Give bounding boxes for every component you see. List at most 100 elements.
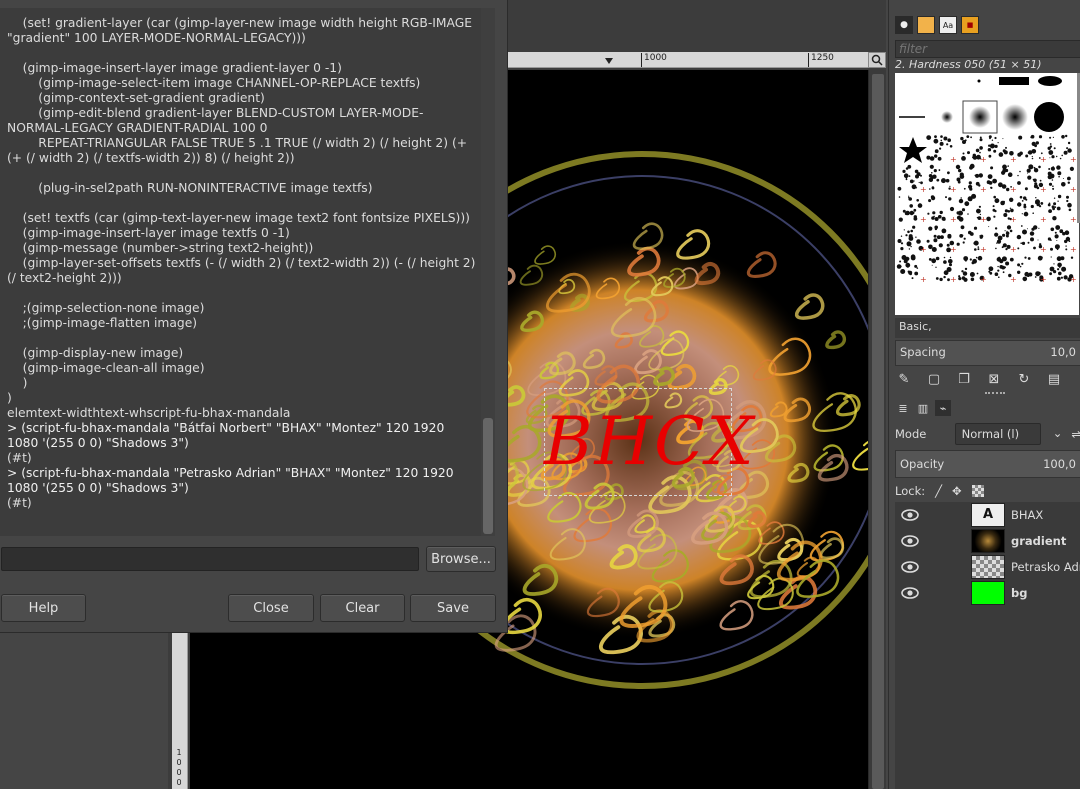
brush-sample-dot [1049, 266, 1055, 272]
paths-tab-icon[interactable]: ⌁ [935, 400, 951, 416]
brush-sample-dot [1026, 274, 1030, 277]
channels-tab-icon[interactable]: ▥ [915, 400, 931, 416]
brush-sample-dot [928, 177, 934, 182]
visibility-eye-icon[interactable] [901, 533, 919, 549]
brush-sample-dot [1052, 166, 1054, 168]
brushes-tab-icon[interactable]: ● [895, 16, 913, 34]
brush-sample-dot [941, 178, 946, 184]
brush-sample-dot [913, 216, 918, 221]
brush-sample-dot [966, 135, 970, 138]
brush-sample-dot [963, 256, 969, 261]
brush-spacing-slider[interactable]: Spacing 10,0 [895, 340, 1080, 366]
brush-sample-dot [1023, 196, 1027, 200]
brush-sample-dot [1058, 271, 1062, 276]
brush-sample-dot [1057, 194, 1062, 199]
refresh-brushes-icon[interactable]: ↻ [1015, 370, 1033, 388]
brush-sample-dot [1061, 135, 1065, 139]
dock-separator-grip[interactable] [985, 392, 1005, 396]
brush-sample-dot [975, 148, 980, 153]
lock-alpha-icon[interactable] [971, 485, 984, 497]
console-line: (gimp-image-select-item image CHANNEL-OP… [7, 76, 421, 90]
brush-sample-dot [986, 180, 991, 185]
brush-grid[interactable]: + + + + + + + + + + + + + + + + + + + + + + + + + + + + + [895, 73, 1079, 315]
layer-mode-select[interactable]: Normal (l) ⌄ [954, 423, 1062, 445]
brush-sample-dot [910, 239, 912, 241]
browse-button[interactable]: Browse... [426, 546, 496, 572]
brush-expand-icon: + [980, 155, 987, 164]
brush-sample-dot [935, 266, 937, 268]
brush-sample-dot [931, 172, 933, 174]
brush-sample-dot [992, 178, 997, 184]
brush-sample-dot [994, 272, 999, 276]
mode-switch-icon[interactable]: ⇌ [1071, 427, 1080, 441]
brush-sample-dot [1064, 230, 1070, 235]
brush-sample-dot [991, 139, 994, 141]
brush-sample-dot [910, 255, 916, 261]
brush-sample-dot [1059, 157, 1062, 160]
clear-button[interactable]: Clear [320, 594, 405, 622]
layer-list[interactable]: A BHAX gradient Petrasko Adri bg [895, 502, 1080, 789]
brush-sample-dot [928, 199, 932, 203]
console-line: (gimp-context-set-gradient gradient) [7, 91, 265, 105]
open-brush-as-image-icon[interactable]: ▤ [1045, 370, 1063, 388]
visibility-eye-icon[interactable] [901, 559, 919, 575]
lock-position-icon[interactable]: ✥ [952, 484, 962, 498]
brush-sample-dot [935, 256, 940, 261]
canvas-scroll-thumb[interactable] [872, 74, 884, 789]
layer-row[interactable]: gradient [895, 528, 1080, 554]
lock-pixels-icon[interactable]: ╱ [935, 484, 942, 498]
brush-tag-filter[interactable]: Basic, [895, 318, 1080, 338]
brush-sample-dot [998, 276, 1000, 278]
navigate-button[interactable] [868, 52, 886, 68]
edit-brush-icon[interactable]: ✎ [895, 370, 913, 388]
layer-row[interactable]: A BHAX [895, 502, 1080, 528]
console-command-input[interactable] [1, 547, 419, 571]
brush-sample-dot [946, 267, 952, 272]
brush-sample-dot [969, 163, 975, 169]
brush-sample-dot [967, 151, 970, 155]
brush-sample-dot [932, 259, 936, 263]
brush-sample-dot [967, 213, 969, 215]
console-scrollbar[interactable] [481, 8, 495, 536]
brush-sample-dot [934, 154, 938, 158]
brush-sample-dot [931, 196, 936, 201]
patterns-tab-icon[interactable] [917, 16, 935, 34]
brush-expand-icon: + [1010, 155, 1017, 164]
console-scroll-thumb[interactable] [483, 418, 493, 534]
close-button[interactable]: Close [228, 594, 314, 622]
save-button[interactable]: Save [410, 594, 496, 622]
brush-filter-input[interactable] [895, 40, 1080, 58]
layer-row[interactable]: Petrasko Adri [895, 554, 1080, 580]
new-brush-icon[interactable]: ▢ [925, 370, 943, 388]
brush-sample-dot [1017, 181, 1021, 185]
layer-row[interactable]: bg [895, 580, 1080, 606]
canvas-vertical-scrollbar[interactable] [868, 70, 886, 789]
brush-sample-dot [1039, 179, 1042, 182]
help-button[interactable]: Help [1, 594, 86, 622]
brush-sample-dot [932, 211, 936, 215]
console-output[interactable]: (set! gradient-layer (car (gimp-layer-ne… [0, 8, 481, 536]
layer-opacity-slider[interactable]: Opacity 100,0 [895, 450, 1080, 478]
brush-sample-dot [964, 201, 970, 207]
brush-sample-dot [1030, 136, 1033, 139]
mode-label: Mode [895, 427, 927, 441]
brush-sample-dot [1017, 263, 1021, 267]
brush-sample-dot [911, 184, 917, 190]
fonts-tab-icon[interactable]: Aa [939, 16, 957, 34]
layer-name: BHAX [1011, 508, 1044, 522]
delete-brush-icon[interactable]: ⊠ [985, 370, 1003, 388]
brush-sample-dot [918, 181, 920, 184]
layers-tab-icon[interactable]: ≣ [895, 400, 911, 416]
brush-sample-dot [994, 136, 997, 140]
duplicate-brush-icon[interactable]: ❐ [955, 370, 973, 388]
brush-sample-dot [977, 255, 983, 261]
visibility-eye-icon[interactable] [901, 507, 919, 523]
brush-sample-dot [1058, 175, 1060, 178]
visibility-eye-icon[interactable] [901, 585, 919, 601]
brush-sample-dot [1027, 257, 1031, 260]
brush-sample-dot [927, 212, 930, 215]
brush-sample-dot [998, 152, 1004, 157]
documents-tab-icon[interactable]: ■ [961, 16, 979, 34]
brush-sample-dot [962, 152, 965, 155]
